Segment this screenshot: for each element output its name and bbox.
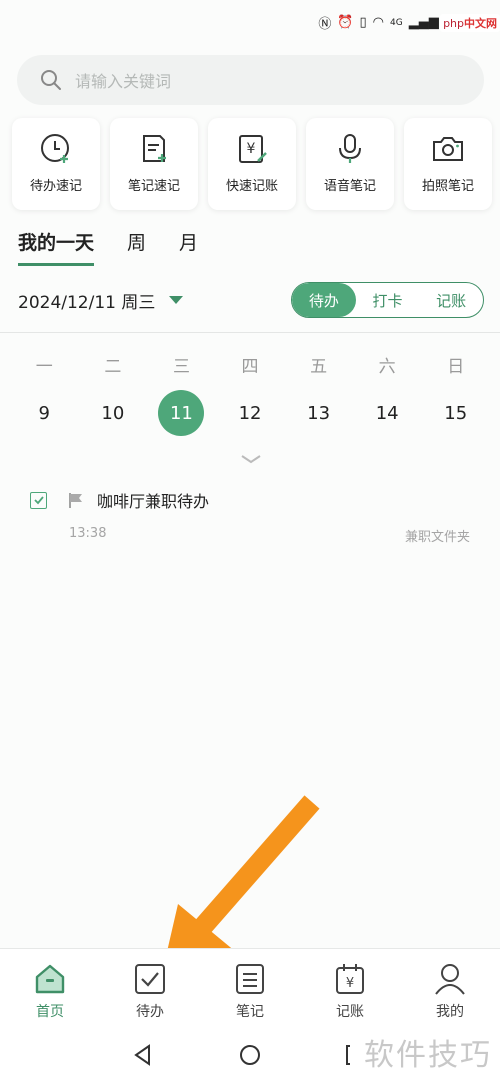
day-number: 14 [375,402,399,424]
wifi-icon: ◠ [372,15,385,30]
microphone-icon [339,134,361,163]
site-badge-prefix: php [443,17,464,30]
day-number: 13 [307,402,331,424]
search-icon [41,70,61,90]
weekday-label: 一 [35,357,53,377]
segment-todo[interactable]: 待办 [292,283,356,317]
day-cell[interactable]: 13 [284,390,353,436]
nav-note-label: 笔记 [236,1004,264,1020]
nav-me[interactable]: 我的 [400,949,500,1024]
quick-note-label: 笔记速记 [127,179,180,194]
task-time: 13:38 [69,526,107,541]
day-cell-selected[interactable]: 11 [147,390,216,436]
ledger-calendar-icon: ¥ [336,964,364,994]
status-bar: Ⓝ ⏰ ▯ ◠ 4G ▂▄▆ 92 php中文网 [0,0,500,46]
search-bar[interactable]: 请输入关键词 [17,55,484,105]
back-icon[interactable] [132,1044,154,1066]
signal-icon: ▂▄▆ [408,15,439,30]
note-icon [236,964,264,994]
check-icon [33,496,44,505]
note-plus-icon [143,135,166,162]
nav-ledger[interactable]: ¥ 记账 [300,949,400,1024]
checkbox-icon [135,964,165,994]
nav-me-label: 我的 [436,1004,464,1020]
clock-plus-icon [41,134,69,163]
quick-actions: 待办速记 笔记速记 ¥ 快速记账 语音笔记 拍照笔记 [12,118,492,210]
quick-voice-label: 语音笔记 [323,179,376,194]
date-row: 2024/12/11 周三 待办 打卡 记账 [18,282,484,318]
task-item[interactable]: 咖啡厅兼职待办 13:38 兼职文件夹 [30,488,470,545]
quick-ledger-button[interactable]: ¥ 快速记账 [208,118,296,210]
svg-text:¥: ¥ [346,976,354,991]
day-cell[interactable]: 9 [10,390,79,436]
network-label: 4G [390,17,403,28]
vibrate-icon: ▯ [359,15,367,30]
yen-pen-icon: ¥ [239,135,267,163]
svg-text:¥: ¥ [247,141,256,157]
date-picker[interactable]: 2024/12/11 周三 [18,288,155,313]
watermark: 软件技巧 [364,1038,492,1073]
day-number: 10 [101,402,125,424]
site-badge-text: 中文网 [464,17,497,30]
day-cell[interactable]: 15 [421,390,490,436]
site-badge: php中文网 [440,14,500,32]
weekday-label: 六 [378,357,396,377]
nav-todo[interactable]: 待办 [100,949,200,1024]
weekday-label: 四 [241,357,259,377]
weekday-header: 一 二 三 四 五 六 日 [10,352,490,377]
nav-ledger-label: 记账 [336,1004,364,1020]
quick-photo-button[interactable]: 拍照笔记 [404,118,492,210]
nav-home[interactable]: 首页 [0,949,100,1024]
day-number: 15 [444,402,468,424]
weekday-label: 日 [447,357,465,377]
tab-week[interactable]: 周 [127,228,146,263]
nfc-icon: Ⓝ [318,17,332,32]
quick-photo-label: 拍照笔记 [421,179,474,194]
quick-todo-label: 待办速记 [29,179,82,194]
quick-note-button[interactable]: 笔记速记 [110,118,198,210]
flag-icon[interactable] [67,491,85,509]
task-folder: 兼职文件夹 [404,530,470,545]
quick-voice-button[interactable]: 语音笔记 [306,118,394,210]
tab-month[interactable]: 月 [179,228,198,263]
home-icon [35,964,65,994]
task-checkbox[interactable] [30,491,47,509]
caret-down-icon[interactable] [169,296,184,304]
day-number: 9 [38,402,50,424]
person-icon [435,964,465,995]
tab-my-day[interactable]: 我的一天 [18,228,95,266]
quick-todo-button[interactable]: 待办速记 [12,118,100,210]
nav-todo-label: 待办 [136,1004,164,1020]
nav-note[interactable]: 笔记 [200,949,300,1024]
segment-ledger[interactable]: 记账 [419,283,483,317]
quick-ledger-label: 快速记账 [225,179,278,194]
home-circle-icon[interactable] [239,1044,261,1066]
chevron-down-icon[interactable] [239,452,263,466]
nav-home-label: 首页 [36,1004,64,1020]
day-cell[interactable]: 10 [79,390,148,436]
recent-apps-icon[interactable] [344,1044,366,1066]
search-placeholder: 请输入关键词 [75,72,172,91]
weekday-label: 三 [172,357,190,377]
divider [0,332,500,333]
day-number: 11 [158,390,205,436]
bottom-nav: 首页 待办 笔记 ¥ 记账 我的 [0,948,500,1024]
task-title: 咖啡厅兼职待办 [97,492,210,511]
view-tabs: 我的一天 周 月 [18,228,231,266]
day-row: 9 10 11 12 13 14 15 [10,390,490,436]
camera-icon [433,137,463,161]
day-number: 12 [238,402,262,424]
segment-checkin[interactable]: 打卡 [356,283,420,317]
type-segment: 待办 打卡 记账 [291,282,484,318]
alarm-icon: ⏰ [337,15,354,30]
weekday-label: 五 [310,357,328,377]
weekday-label: 二 [104,357,122,377]
day-cell[interactable]: 12 [216,390,285,436]
day-cell[interactable]: 14 [353,390,422,436]
